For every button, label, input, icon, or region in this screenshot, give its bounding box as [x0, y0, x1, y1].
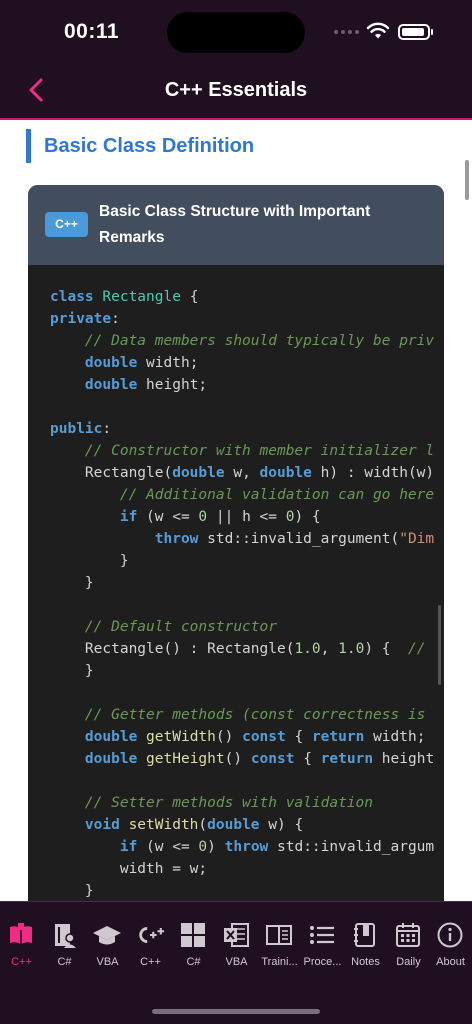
tab-bar: C++ C# VBA C++ C# VBA Traini... Proce...…	[0, 901, 472, 1024]
status-time: 00:11	[64, 20, 120, 43]
calendar-icon	[393, 920, 423, 950]
cellular-signal-icon	[334, 30, 359, 34]
windows-grid-icon	[178, 920, 208, 950]
code-line: // Setter methods with validation	[84, 795, 374, 811]
language-badge: C++	[45, 212, 88, 237]
code-scrollbar[interactable]	[438, 605, 441, 685]
code-line: }	[50, 883, 94, 899]
code-line: double getWidth() const { return width;	[84, 729, 426, 745]
book-columns-icon	[264, 920, 294, 950]
list-icon	[307, 920, 337, 950]
home-indicator	[152, 1009, 320, 1014]
info-icon	[435, 920, 465, 950]
code-line: double getHeight() const { return height	[84, 751, 435, 767]
code-line: double height;	[84, 377, 208, 393]
notebook-icon	[350, 920, 380, 950]
code-line: width = w;	[50, 861, 208, 877]
code-line: }	[50, 663, 94, 679]
cpp-plus-icon	[135, 920, 165, 950]
code-line: private:	[50, 311, 120, 327]
book-open-icon	[6, 920, 36, 950]
status-bar: 00:11	[0, 0, 472, 62]
code-line: void setWidth(double w) {	[84, 817, 304, 833]
battery-icon	[398, 24, 433, 40]
code-line: }	[50, 575, 94, 591]
code-line: // Data members should typically be priv	[84, 333, 435, 349]
tab-label: About	[436, 956, 465, 968]
page-scrollbar[interactable]	[465, 160, 469, 200]
code-line: throw std::invalid_argument("Dim	[154, 531, 435, 547]
code-block[interactable]: class Rectangle { private: // Data member…	[28, 265, 444, 901]
dynamic-island	[167, 12, 305, 53]
book-person-icon	[49, 920, 79, 950]
code-line: if (w <= 0 || h <= 0) {	[119, 509, 321, 525]
wifi-icon	[366, 22, 390, 39]
code-card: C++ Basic Class Structure with Important…	[28, 185, 444, 901]
navigation-bar: C++ Essentials	[0, 62, 472, 118]
code-line: }	[50, 553, 129, 569]
code-line: public:	[50, 421, 112, 437]
code-line: Rectangle() : Rectangle(1.0, 1.0) { //	[50, 641, 426, 657]
graduation-cap-icon	[92, 920, 122, 950]
code-line: // Default constructor	[84, 619, 277, 635]
content-area[interactable]: Basic Class Definition C++ Basic Class S…	[0, 118, 472, 901]
code-line: if (w <= 0) throw std::invalid_argum	[119, 839, 435, 855]
code-card-header: C++ Basic Class Structure with Important…	[28, 185, 444, 265]
code-card-title: Basic Class Structure with Important Rem…	[99, 203, 371, 246]
page-title: C++ Essentials	[164, 79, 308, 101]
code-line: // Getter methods (const correctness is	[84, 707, 426, 723]
code-line: class Rectangle {	[50, 289, 199, 305]
tab-about[interactable]: About	[429, 916, 472, 972]
excel-icon	[221, 920, 251, 950]
code-line: double width;	[84, 355, 199, 371]
code-line: // Additional validation can go here	[119, 487, 435, 503]
section-title: Basic Class Definition	[44, 135, 255, 157]
code-line: Rectangle(double w, double h) : width(w)	[50, 465, 435, 481]
section-header: Basic Class Definition	[26, 129, 254, 163]
code-line: // Constructor with member initializer l	[84, 443, 435, 459]
